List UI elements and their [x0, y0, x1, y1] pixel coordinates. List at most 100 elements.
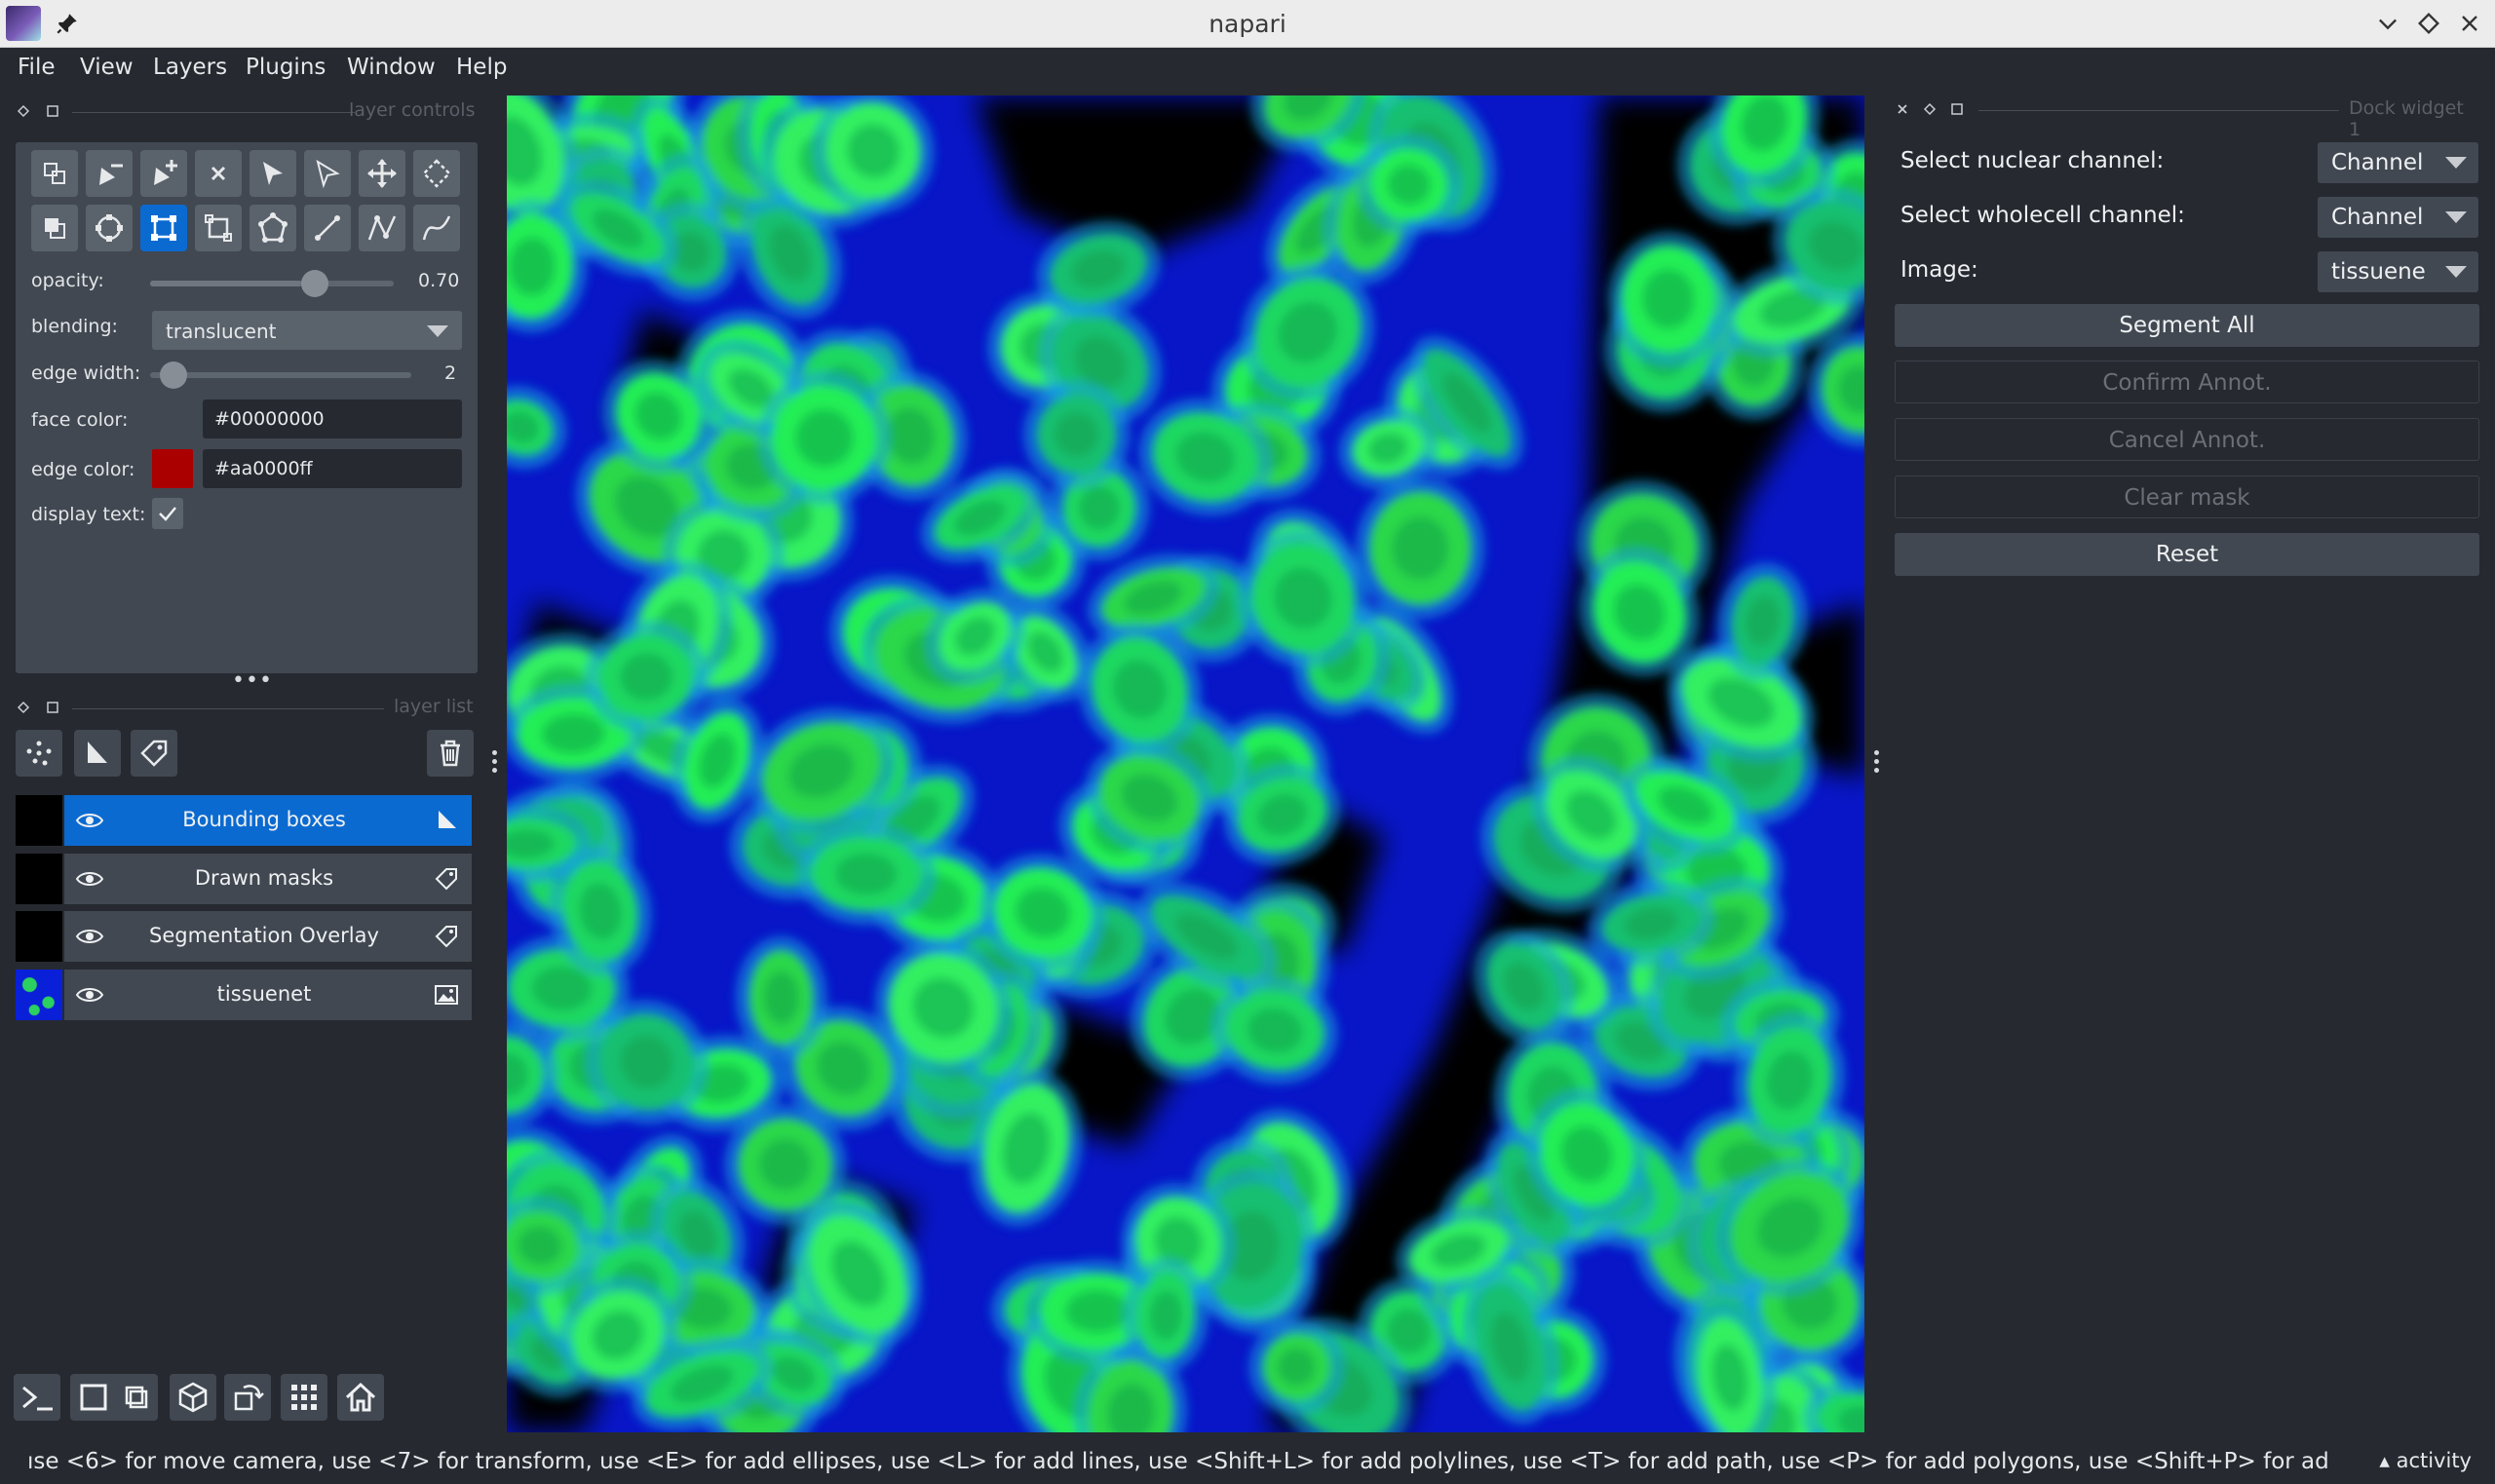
grid-button[interactable]: [281, 1374, 327, 1421]
select-button[interactable]: [250, 150, 296, 197]
edge-width-label: edge width:: [31, 362, 141, 384]
menu-bar: File View Layers Plugins Window Help: [0, 49, 2495, 90]
confirm-annot-button[interactable]: Confirm Annot.: [1895, 361, 2479, 403]
add-vertex-button[interactable]: [140, 150, 187, 197]
menu-window[interactable]: Window: [347, 55, 436, 80]
image-value: tissuene: [2331, 259, 2426, 285]
viewer-canvas[interactable]: [507, 95, 1864, 1432]
new-labels-layer-button[interactable]: [131, 730, 177, 777]
clear-mask-button[interactable]: Clear mask: [1895, 476, 2479, 518]
menu-help[interactable]: Help: [456, 55, 507, 80]
menu-view[interactable]: View: [80, 55, 134, 80]
insert-vertex-button[interactable]: [31, 150, 78, 197]
panel-resize-handle[interactable]: •••: [232, 668, 273, 693]
eye-icon[interactable]: [74, 921, 105, 952]
edge-color-value: #aa0000ff: [214, 458, 313, 479]
right-dock-splitter[interactable]: [1874, 750, 1880, 777]
dock-widget-title: Dock widget 1: [2349, 97, 2464, 140]
layer-thumbnail: [16, 795, 62, 846]
layer-row-drawn-masks[interactable]: Drawn masks: [16, 854, 472, 904]
direct-select-button[interactable]: [304, 150, 351, 197]
display-text-label: display text:: [31, 504, 146, 525]
undock-icon[interactable]: [45, 103, 60, 119]
cancel-annot-button[interactable]: Cancel Annot.: [1895, 418, 2479, 461]
layer-row-segmentation-overlay[interactable]: Segmentation Overlay: [16, 911, 472, 962]
delete-shape-icon: [211, 166, 226, 181]
float-icon[interactable]: [1922, 101, 1938, 117]
new-shapes-layer-button[interactable]: [74, 730, 121, 777]
add-rectangle-button[interactable]: [140, 205, 187, 251]
close-icon[interactable]: [1895, 101, 1910, 117]
float-icon[interactable]: [16, 700, 31, 715]
eye-icon[interactable]: [74, 805, 105, 836]
console-button[interactable]: [14, 1374, 60, 1421]
add-line-button[interactable]: [304, 205, 351, 251]
chevron-down-icon: [2445, 266, 2467, 278]
blending-label: blending:: [31, 316, 118, 337]
add-ellipse-button[interactable]: [86, 205, 133, 251]
cell-core: [1065, 1289, 1129, 1333]
close-window-button[interactable]: [2456, 10, 2483, 37]
menu-layers[interactable]: Layers: [153, 55, 227, 80]
edge-width-slider-handle[interactable]: [159, 361, 187, 389]
face-color-field[interactable]: #00000000: [203, 400, 462, 438]
float-icon[interactable]: [16, 103, 31, 119]
opacity-slider-handle[interactable]: [301, 270, 329, 297]
layer-row-tissuenet[interactable]: tissuenet: [16, 970, 472, 1020]
layer-name[interactable]: Drawn masks: [113, 866, 415, 890]
labels-icon: [435, 926, 457, 948]
checkmark-icon: [159, 507, 176, 521]
image-dropdown[interactable]: tissuene: [2318, 251, 2478, 292]
pin-icon[interactable]: [55, 11, 80, 36]
activity-button[interactable]: ▴ activity: [2379, 1449, 2472, 1472]
move-back-button[interactable]: [31, 205, 78, 251]
maximize-button[interactable]: [2415, 10, 2442, 37]
menu-plugins[interactable]: Plugins: [246, 55, 326, 80]
wholecell-channel-dropdown[interactable]: Channel: [2318, 197, 2478, 238]
add-polygon-button[interactable]: [250, 205, 296, 251]
layer-name[interactable]: tissuenet: [113, 982, 415, 1006]
microscopy-image[interactable]: [507, 95, 1864, 1432]
home-icon: [345, 1382, 376, 1412]
eye-icon[interactable]: [74, 863, 105, 894]
layer-name[interactable]: Bounding boxes: [113, 808, 415, 831]
3d-view-button[interactable]: [170, 1374, 216, 1421]
delete-layer-button[interactable]: [427, 730, 474, 777]
chevron-down-icon: [427, 325, 448, 337]
undock-icon[interactable]: [1949, 101, 1965, 117]
edge-width-value: 2: [444, 362, 457, 384]
segment-all-button[interactable]: Segment All: [1895, 304, 2479, 347]
layer-row-bounding-boxes[interactable]: Bounding boxes: [16, 795, 472, 846]
ndisplay-button[interactable]: [70, 1374, 158, 1421]
edge-color-swatch[interactable]: [152, 449, 193, 488]
lasso-select-button[interactable]: [413, 150, 460, 197]
minimize-button[interactable]: [2374, 10, 2401, 37]
add-path-button[interactable]: [413, 205, 460, 251]
edge-color-field[interactable]: #aa0000ff: [203, 449, 462, 488]
transform-button[interactable]: [195, 205, 242, 251]
reset-button[interactable]: Reset: [1895, 533, 2479, 576]
nuclear-channel-dropdown[interactable]: Channel: [2318, 142, 2478, 183]
polygon-icon: [258, 212, 288, 243]
home-button[interactable]: [337, 1374, 384, 1421]
menu-file[interactable]: File: [18, 55, 56, 80]
undock-icon[interactable]: [45, 700, 60, 715]
new-points-layer-button[interactable]: [16, 730, 62, 777]
move-back-icon: [45, 218, 65, 239]
delete-shape-button[interactable]: [195, 150, 242, 197]
napari-logo-icon: [6, 6, 41, 41]
layer-name[interactable]: Segmentation Overlay: [113, 924, 415, 947]
pan-zoom-button[interactable]: [359, 150, 405, 197]
add-vertex-icon: [154, 160, 177, 185]
layer-thumbnail: [16, 854, 62, 904]
remove-vertex-button[interactable]: [86, 150, 133, 197]
direct-select-icon: [316, 159, 340, 189]
edge-width-slider[interactable]: [150, 372, 411, 378]
left-dock-splitter[interactable]: [492, 750, 498, 777]
wholecell-channel-label: Select wholecell channel:: [1900, 203, 2185, 228]
eye-icon[interactable]: [74, 979, 105, 1010]
add-polyline-button[interactable]: [359, 205, 405, 251]
display-text-checkbox[interactable]: [152, 498, 183, 529]
transpose-button[interactable]: [224, 1374, 271, 1421]
blending-dropdown[interactable]: translucent: [152, 311, 462, 350]
